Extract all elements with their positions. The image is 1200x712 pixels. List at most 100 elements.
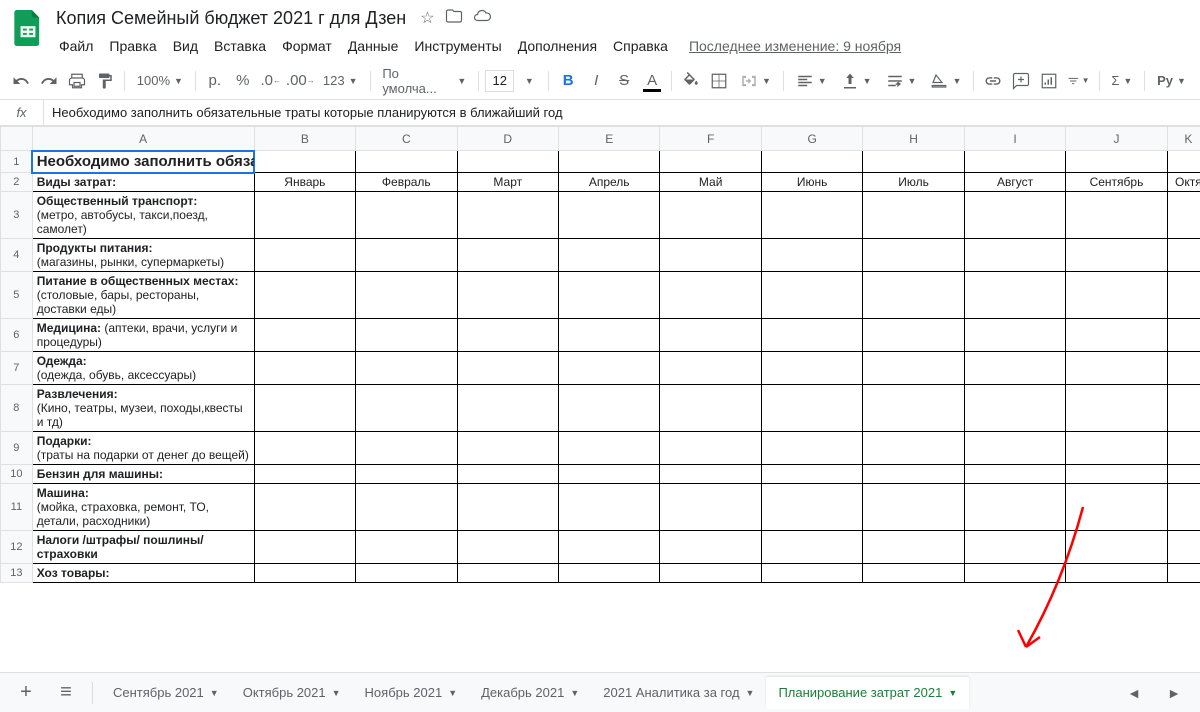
cell-r12-c2[interactable] bbox=[254, 531, 355, 564]
cell-r10-c11[interactable] bbox=[1167, 465, 1200, 484]
percent-button[interactable]: % bbox=[230, 68, 256, 94]
cell-r6-c3[interactable] bbox=[356, 319, 457, 352]
cell-A6[interactable]: Медицина: (аптеки, врачи, услуги и проце… bbox=[32, 319, 254, 352]
zoom-dropdown[interactable]: 100%▼ bbox=[131, 68, 189, 94]
menu-insert[interactable]: Вставка bbox=[207, 34, 273, 58]
cell-r11-c11[interactable] bbox=[1167, 484, 1200, 531]
more-formats-dropdown[interactable]: 123▼ bbox=[317, 68, 364, 94]
cell-A1[interactable]: Необходимо заполнить обязательные траты … bbox=[32, 151, 254, 173]
cell-r4-c8[interactable] bbox=[863, 239, 964, 272]
cell-r6-c11[interactable] bbox=[1167, 319, 1200, 352]
sheet-tab[interactable]: Сентябрь 2021▼ bbox=[101, 677, 231, 709]
cell-r11-c4[interactable] bbox=[457, 484, 558, 531]
cell-r13-c8[interactable] bbox=[863, 564, 964, 583]
cell-row1-7[interactable] bbox=[761, 151, 862, 173]
cell-r8-c4[interactable] bbox=[457, 385, 558, 432]
cell-r4-c2[interactable] bbox=[254, 239, 355, 272]
col-K[interactable]: K bbox=[1167, 127, 1200, 151]
cell-r12-c4[interactable] bbox=[457, 531, 558, 564]
col-D[interactable]: D bbox=[457, 127, 558, 151]
cell-r3-c9[interactable] bbox=[964, 192, 1065, 239]
cell-r13-c7[interactable] bbox=[761, 564, 862, 583]
cell-A3[interactable]: Общественный транспорт:(метро, автобусы,… bbox=[32, 192, 254, 239]
col-C[interactable]: C bbox=[356, 127, 457, 151]
cell-r3-c11[interactable] bbox=[1167, 192, 1200, 239]
link-button[interactable] bbox=[980, 68, 1006, 94]
cell-r11-c7[interactable] bbox=[761, 484, 862, 531]
cell-r11-c6[interactable] bbox=[660, 484, 761, 531]
menu-format[interactable]: Формат bbox=[275, 34, 339, 58]
cell-r5-c5[interactable] bbox=[558, 272, 659, 319]
cell-r5-c6[interactable] bbox=[660, 272, 761, 319]
cell-r5-c9[interactable] bbox=[964, 272, 1065, 319]
cell-r12-c7[interactable] bbox=[761, 531, 862, 564]
menu-view[interactable]: Вид bbox=[166, 34, 205, 58]
cell-r9-c4[interactable] bbox=[457, 432, 558, 465]
cell-month-9[interactable]: Октя bbox=[1167, 173, 1200, 192]
cell-r6-c10[interactable] bbox=[1066, 319, 1167, 352]
menu-edit[interactable]: Правка bbox=[102, 34, 163, 58]
language-button[interactable]: Ру▼ bbox=[1151, 68, 1192, 94]
cell-r8-c11[interactable] bbox=[1167, 385, 1200, 432]
currency-button[interactable]: р. bbox=[202, 68, 228, 94]
cell-r10-c3[interactable] bbox=[356, 465, 457, 484]
cell-r8-c6[interactable] bbox=[660, 385, 761, 432]
paint-format-button[interactable] bbox=[92, 68, 118, 94]
cell-r10-c6[interactable] bbox=[660, 465, 761, 484]
cell-r7-c4[interactable] bbox=[457, 352, 558, 385]
row-hdr-11[interactable]: 11 bbox=[1, 484, 33, 531]
doc-title[interactable]: Копия Семейный бюджет 2021 г для Дзен bbox=[52, 6, 410, 31]
cell-r3-c10[interactable] bbox=[1066, 192, 1167, 239]
cell-r5-c10[interactable] bbox=[1066, 272, 1167, 319]
formula-input[interactable]: Необходимо заполнить обязательные траты … bbox=[44, 105, 1200, 120]
text-color-button[interactable]: A bbox=[639, 68, 665, 94]
tabs-scroll-right[interactable]: ► bbox=[1156, 678, 1192, 708]
cell-A8[interactable]: Развлечения:(Кино, театры, музеи, походы… bbox=[32, 385, 254, 432]
cell-r5-c3[interactable] bbox=[356, 272, 457, 319]
col-G[interactable]: G bbox=[761, 127, 862, 151]
font-family-dropdown[interactable]: По умолча...▼ bbox=[376, 68, 472, 94]
cell-r7-c7[interactable] bbox=[761, 352, 862, 385]
menu-data[interactable]: Данные bbox=[341, 34, 406, 58]
cell-r6-c7[interactable] bbox=[761, 319, 862, 352]
cell-r13-c11[interactable] bbox=[1167, 564, 1200, 583]
menu-tools[interactable]: Инструменты bbox=[407, 34, 508, 58]
cell-r6-c2[interactable] bbox=[254, 319, 355, 352]
sheets-logo[interactable] bbox=[8, 8, 48, 48]
cell-r10-c5[interactable] bbox=[558, 465, 659, 484]
col-I[interactable]: I bbox=[964, 127, 1065, 151]
cell-r8-c3[interactable] bbox=[356, 385, 457, 432]
cell-r4-c6[interactable] bbox=[660, 239, 761, 272]
cell-r5-c2[interactable] bbox=[254, 272, 355, 319]
cell-row1-8[interactable] bbox=[863, 151, 964, 173]
col-A[interactable]: A bbox=[32, 127, 254, 151]
cell-r13-c3[interactable] bbox=[356, 564, 457, 583]
cell-A13[interactable]: Хоз товары: bbox=[32, 564, 254, 583]
cell-r13-c5[interactable] bbox=[558, 564, 659, 583]
cell-r12-c10[interactable] bbox=[1066, 531, 1167, 564]
cell-r3-c4[interactable] bbox=[457, 192, 558, 239]
row-hdr-7[interactable]: 7 bbox=[1, 352, 33, 385]
cell-A11[interactable]: Машина:(мойка, страховка, ремонт, ТО, де… bbox=[32, 484, 254, 531]
cell-r6-c4[interactable] bbox=[457, 319, 558, 352]
cell-r9-c3[interactable] bbox=[356, 432, 457, 465]
column-headers[interactable]: A B C D E F G H I J K bbox=[1, 127, 1200, 151]
cell-r7-c3[interactable] bbox=[356, 352, 457, 385]
col-B[interactable]: B bbox=[254, 127, 355, 151]
cell-month-0[interactable]: Январь bbox=[254, 173, 355, 192]
v-align-button[interactable]: ▼ bbox=[835, 68, 878, 94]
row-hdr-13[interactable]: 13 bbox=[1, 564, 33, 583]
fill-color-button[interactable] bbox=[678, 68, 704, 94]
cell-r12-c9[interactable] bbox=[964, 531, 1065, 564]
cell-r13-c10[interactable] bbox=[1066, 564, 1167, 583]
comment-button[interactable] bbox=[1008, 68, 1034, 94]
cell-r13-c9[interactable] bbox=[964, 564, 1065, 583]
cell-r8-c7[interactable] bbox=[761, 385, 862, 432]
cell-A5[interactable]: Питание в общественных местах:(столовые,… bbox=[32, 272, 254, 319]
move-icon[interactable] bbox=[445, 7, 463, 30]
cell-r7-c10[interactable] bbox=[1066, 352, 1167, 385]
cell-r8-c9[interactable] bbox=[964, 385, 1065, 432]
cell-r4-c4[interactable] bbox=[457, 239, 558, 272]
cell-r10-c4[interactable] bbox=[457, 465, 558, 484]
cell-month-4[interactable]: Май bbox=[660, 173, 761, 192]
